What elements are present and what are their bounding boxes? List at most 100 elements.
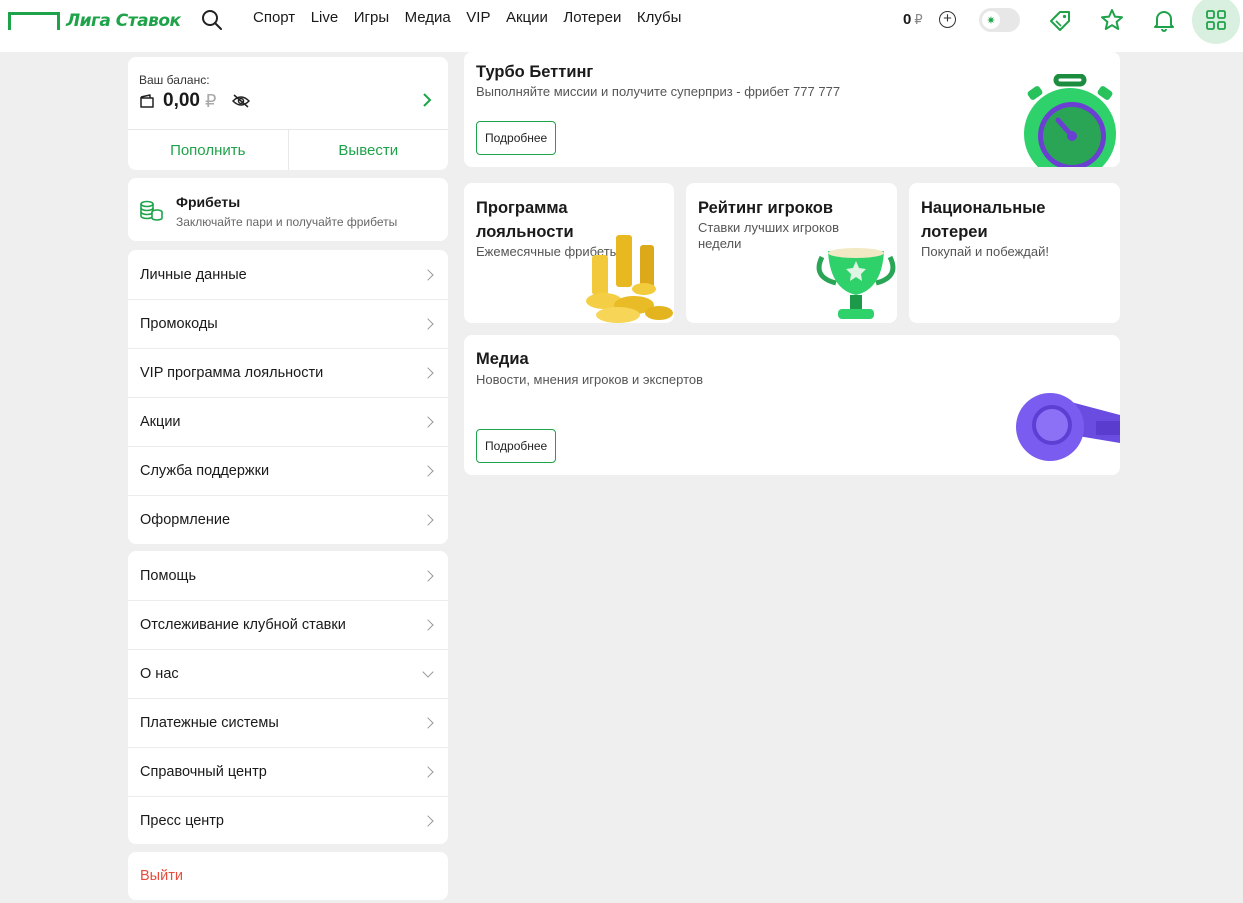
chevron-right-icon — [422, 766, 434, 778]
nav-promotions[interactable]: Акции — [506, 9, 548, 26]
menu-label: Оформление — [140, 512, 231, 528]
header-balance-value: 0 — [903, 11, 912, 28]
promo-subtitle-line2: недели — [698, 236, 742, 251]
balance-chevron-right-icon[interactable] — [422, 93, 432, 107]
hide-balance-eye-icon[interactable] — [232, 94, 251, 108]
promo-player-rating[interactable]: Рейтинг игроков Ставки лучших игроков не… — [686, 183, 897, 323]
wallet-icon — [140, 94, 154, 108]
turbo-more-button[interactable]: Подробнее — [476, 121, 557, 155]
nav-sport[interactable]: Спорт — [253, 9, 295, 26]
search-icon[interactable] — [200, 8, 224, 32]
menu-label: Справочный центр — [140, 764, 267, 780]
chevron-down-icon — [422, 666, 434, 678]
header-balance-currency: ₽ — [914, 11, 923, 27]
menu-payment-systems[interactable]: Платежные системы — [128, 698, 448, 747]
menu-label: Акции — [140, 414, 181, 430]
deposit-plus-icon[interactable]: + — [939, 11, 956, 28]
theme-toggle[interactable]: ✷ — [979, 8, 1020, 32]
menu-label: Отслеживание клубной ставки — [140, 617, 346, 633]
promo-title: Турбо Беттинг — [476, 63, 594, 81]
promo-title-line2: лояльности — [476, 223, 574, 241]
promo-subtitle: Новости, мнения игроков и экспертов — [476, 372, 704, 387]
balance-currency: ₽ — [204, 90, 217, 111]
menu-press-center[interactable]: Пресс центр — [128, 796, 448, 845]
menu-vip-loyalty[interactable]: VIP программа лояльности — [128, 348, 448, 397]
nav-vip[interactable]: VIP — [466, 9, 490, 26]
menu-label: Пресс центр — [140, 813, 224, 829]
info-menu: Помощь Отслеживание клубной ставки О нас… — [128, 551, 448, 844]
promo-subtitle: Выполняйте миссии и получите суперприз -… — [476, 84, 841, 99]
promo-title: Медиа — [476, 350, 529, 368]
promo-media[interactable]: Медиа Новости, мнения игроков и эксперто… — [464, 335, 1120, 475]
chevron-right-icon — [422, 717, 434, 729]
header-balance[interactable]: 0 ₽ — [903, 11, 923, 28]
freebets-title: Фрибеты — [176, 194, 241, 210]
promo-title-line1: Программа — [476, 199, 568, 217]
menu-label: О нас — [140, 666, 179, 682]
top-header: Лига Ставок Спорт Live Игры Медиа VIP Ак… — [0, 0, 1243, 52]
menu-about[interactable]: О нас — [128, 649, 448, 698]
nav-games[interactable]: Игры — [354, 9, 389, 26]
balance-actions: Пополнить Вывести — [128, 129, 448, 170]
menu-promocodes[interactable]: Промокоды — [128, 299, 448, 348]
logo[interactable]: Лига Ставок — [8, 10, 181, 32]
apps-grid-icon[interactable] — [1192, 0, 1240, 44]
nav-live[interactable]: Live — [311, 9, 339, 26]
promo-title-line2: лотереи — [921, 223, 988, 241]
freebets-card[interactable]: Фрибеты Заключайте пари и получайте фриб… — [128, 178, 448, 241]
promo-title: Рейтинг игроков — [698, 199, 833, 217]
freebets-coins-icon — [140, 200, 163, 221]
menu-label: VIP программа лояльности — [140, 365, 324, 381]
promo-loyalty[interactable]: Программа лояльности Ежемесячные фрибеты — [464, 183, 674, 323]
chevron-right-icon — [422, 367, 434, 379]
logo-text: Лига Ставок — [66, 11, 181, 31]
chevron-right-icon — [422, 619, 434, 631]
menu-label: Личные данные — [140, 266, 247, 283]
menu-promotions[interactable]: Акции — [128, 397, 448, 446]
logout-button[interactable]: Выйти — [128, 852, 448, 900]
menu-club-bet-tracking[interactable]: Отслеживание клубной ставки — [128, 600, 448, 649]
freebets-subtitle: Заключайте пари и получайте фрибеты — [176, 215, 398, 229]
menu-help-center[interactable]: Справочный центр — [128, 747, 448, 796]
chevron-right-icon — [422, 465, 434, 477]
chevron-right-icon — [422, 815, 434, 827]
logout-card: Выйти — [128, 852, 448, 900]
promo-title-line1: Национальные — [921, 199, 1046, 217]
promo-national-lotteries[interactable]: Национальные лотереи Покупай и побеждай! — [909, 183, 1120, 323]
promo-subtitle-line1: Ставки лучших игроков — [698, 220, 839, 235]
promo-subtitle: Покупай и побеждай! — [921, 244, 1049, 259]
chevron-right-icon — [422, 514, 434, 526]
gold-coins-icon — [586, 235, 673, 323]
deposit-button[interactable]: Пополнить — [128, 130, 288, 170]
menu-help[interactable]: Помощь — [128, 551, 448, 600]
nav-media[interactable]: Медиа — [405, 9, 451, 26]
balance-label: Ваш баланс: — [139, 73, 210, 87]
sun-icon: ✷ — [982, 11, 1000, 29]
coupon-icon[interactable] — [1047, 7, 1073, 33]
whistle-icon — [1016, 393, 1120, 461]
bell-icon[interactable] — [1151, 7, 1177, 33]
menu-label: Платежные системы — [140, 715, 279, 731]
chevron-right-icon — [422, 268, 434, 281]
balance-card: Ваш баланс: 0,00 ₽ Пополнить Вывести — [128, 57, 448, 170]
menu-personal-data[interactable]: Личные данные — [128, 250, 448, 299]
account-menu: Личные данные Промокоды VIP программа ло… — [128, 250, 448, 544]
menu-support[interactable]: Служба поддержки — [128, 446, 448, 495]
withdraw-button[interactable]: Вывести — [287, 130, 449, 170]
promo-turbo-betting[interactable]: Турбо Беттинг Выполняйте миссии и получи… — [464, 52, 1120, 167]
logo-mark-icon — [8, 12, 60, 30]
star-icon[interactable] — [1099, 7, 1125, 33]
trophy-icon — [816, 248, 896, 319]
menu-appearance[interactable]: Оформление — [128, 495, 448, 544]
main-nav: Спорт Live Игры Медиа VIP Акции Лотереи … — [253, 9, 697, 26]
media-more-button[interactable]: Подробнее — [476, 429, 557, 463]
nav-clubs[interactable]: Клубы — [637, 9, 682, 26]
nav-lotteries[interactable]: Лотереи — [563, 9, 621, 26]
menu-label: Промокоды — [140, 316, 218, 332]
chevron-right-icon — [422, 416, 434, 428]
chevron-right-icon — [422, 569, 434, 582]
chevron-right-icon — [422, 318, 434, 330]
stopwatch-icon — [1024, 74, 1116, 167]
balance-value: 0,00 — [163, 90, 200, 111]
menu-label: Помощь — [140, 567, 197, 584]
